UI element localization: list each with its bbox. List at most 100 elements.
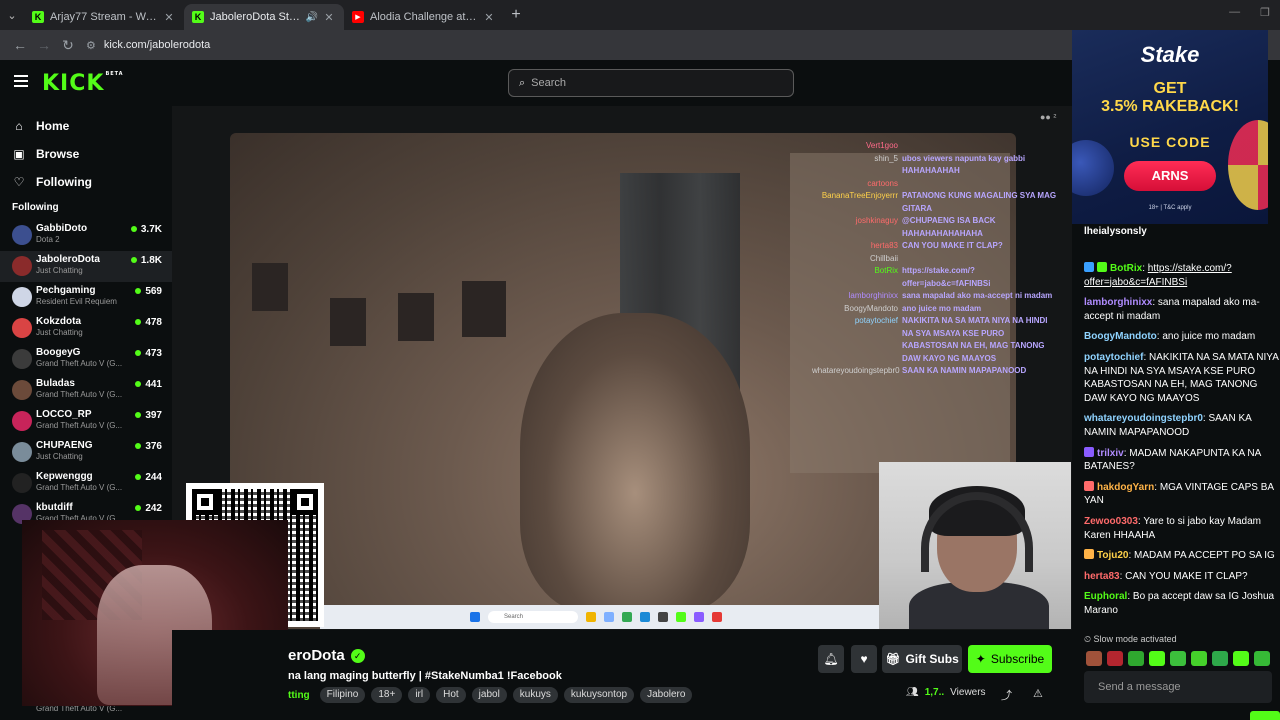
channel-category: Just Chatting [36,266,83,275]
category-link[interactable]: tting [288,690,310,701]
overlay-chat-row: joshkinaguy @CHUPAENG ISA BACK HAHAHAHAHA… [812,215,1072,240]
channel-category: Grand Theft Auto V (G... [36,483,123,492]
reload-icon[interactable]: ↻ [56,37,80,54]
tab-close-icon[interactable]: ✕ [322,11,336,24]
emote-icon[interactable] [1128,651,1144,666]
chat-message: trilxiv: MADAM NAKAPUNTA KA NA BATANES? [1084,446,1280,474]
chat-top-username: lheialysonsly [1084,226,1147,237]
channel-item[interactable]: JaboleroDota Just Chatting 1.8K [0,251,172,282]
chat-username[interactable]: herta83 [1084,571,1120,582]
channel-item[interactable]: BoogeyG Grand Theft Auto V (G... 473 [0,344,172,375]
gift-subs-button[interactable]: 🎁︎ Gift Subs [882,645,962,673]
speaker-icon[interactable]: 🔊 [306,12,318,23]
chat-username[interactable]: BoogyMandoto [1084,331,1157,342]
chat-message-input[interactable]: Send a message [1084,671,1272,703]
emote-icon[interactable] [1107,651,1123,666]
chat-message: BoogyMandoto: ano juice mo madam [1084,330,1280,344]
tab-close-icon[interactable]: ✕ [162,11,176,24]
chat-message-list: BotRix: https://stake.com/?offer=jabo&c=… [1084,262,1280,624]
chrome-icon [622,612,632,622]
tag[interactable]: Filipino [319,687,366,703]
tag[interactable]: Hot [436,687,466,703]
emote-icon[interactable] [1212,651,1228,666]
share-icon[interactable]: ⤴ [1001,687,1012,703]
follow-heart-button[interactable]: ♥ [851,645,877,673]
sidebar-nav-home[interactable]: ⌂ Home [0,112,172,140]
channel-item[interactable]: Buladas Grand Theft Auto V (G... 441 [0,375,172,406]
slow-mode-notice: ⏲ Slow mode activated [1084,634,1177,645]
overlay-chat-message [902,253,1058,266]
emote-icon[interactable] [1233,651,1249,666]
chat-username[interactable]: potaytochief [1084,352,1143,363]
browser-tab-0[interactable]: K Arjay77 Stream - Watch Live on ✕ [24,4,184,30]
chat-username[interactable]: lamborghinixx [1084,297,1152,308]
emote-icon[interactable] [1086,651,1102,666]
chat-username[interactable]: trilxiv [1097,448,1124,459]
emote-icon[interactable] [1254,651,1270,666]
overlay-chat-message: SAAN KA NAMIN MAPAPANOOD [902,366,1027,375]
streamer-name[interactable]: eroDota ✓ [288,647,365,664]
site-info-icon[interactable]: ⚙ [86,39,96,52]
ad-headline: GET 3.5% RAKEBACK! [1072,80,1268,116]
minimize-icon[interactable]: — [1229,6,1240,19]
sidebar-nav-following[interactable]: ♡ Following [0,168,172,196]
subscribe-button[interactable]: ✦ Subscribe [968,645,1052,673]
tag[interactable]: kukuys [512,687,558,703]
back-icon[interactable]: ← [8,37,32,53]
chat-username[interactable]: BotRix [1110,263,1142,274]
chat-username[interactable]: Toju20 [1097,550,1128,561]
emote-icon[interactable] [1149,651,1165,666]
tag[interactable]: Jabolero [640,687,693,703]
new-tab-icon[interactable]: + [504,6,528,24]
overlay-chat-row: BotRix https://stake.com/?offer=jabo&c=fA… [812,265,1072,290]
search-input[interactable]: ⌕ Search [508,69,794,97]
chat-overlay-toggle-icon[interactable]: ●● ² [1040,112,1056,122]
chat-send-button[interactable] [1250,711,1280,720]
forward-icon[interactable]: → [32,37,56,53]
channel-category: Grand Theft Auto V (G... [36,421,123,430]
avatar [12,225,32,245]
channel-item[interactable]: Pechgaming Resident Evil Requiem 569 [0,282,172,313]
sidebar-nav-browse[interactable]: ▣ Browse [0,140,172,168]
channel-item[interactable]: LOCCO_RP Grand Theft Auto V (G... 397 [0,406,172,437]
channel-item[interactable]: Kepwenggg Grand Theft Auto V (G... 244 [0,468,172,499]
tab-search-dropdown-icon[interactable]: ⌄ [0,0,24,30]
url-text: kick.com/jabolerodota [103,39,211,51]
overlay-chat-user: whatareyoudoingstepbr0 [812,366,900,375]
channel-name: CHUPAENG [36,440,93,451]
overlay-chat-user: joshkinaguy [855,216,898,225]
tab-title: Arjay77 Stream - Watch Live on [50,11,158,23]
chat-username[interactable]: whatareyoudoingstepbr0 [1084,413,1203,424]
tag[interactable]: jabol [471,687,507,703]
tab-close-icon[interactable]: ✕ [482,11,496,24]
stake-ad-banner[interactable]: Stake GET 3.5% RAKEBACK! USE CODE ARNS 18… [1072,30,1268,224]
kick-logo[interactable]: KICKBETA [42,71,124,96]
tag[interactable]: irl [408,687,431,703]
chat-username[interactable]: Euphoral [1084,591,1127,602]
stream-tags: tting Filipino 18+ irl Hot jabol kukuys … [288,687,693,703]
notification-bell-button[interactable]: 🔔︎ [818,645,844,673]
overlay-chat-user: BananaTreeEnjoyerrr [821,191,898,200]
url-field[interactable]: ⚙ kick.com/jabolerodota [86,34,1056,56]
overlay-chat-user: herta83 [870,241,898,250]
channel-item[interactable]: Kokzdota Just Chatting 478 [0,313,172,344]
chat-username[interactable]: Zewoo0303 [1084,516,1138,527]
channel-item[interactable]: GabbiDoto Dota 2 3.7K [0,220,172,251]
chat-username[interactable]: hakdogYarn [1097,482,1154,493]
chat-message: Toju20: MADAM PA ACCEPT PO SA IG [1084,549,1280,563]
logo-badge: BETA [105,71,124,77]
emote-icon[interactable] [1170,651,1186,666]
channel-item[interactable]: CHUPAENG Just Chatting 376 [0,437,172,468]
browser-tab-1[interactable]: K JaboleroDota Stream - Watch 🔊 ✕ [184,4,344,30]
channel-name: BoogeyG [36,347,81,358]
tag[interactable]: kukuysontop [563,687,635,703]
kick-favicon-icon: K [192,11,204,23]
menu-icon[interactable] [14,75,28,87]
ad-code-button[interactable]: ARNS [1124,161,1216,191]
browser-tab-2[interactable]: ▶ Alodia Challenge at EGG Netop ✕ [344,4,504,30]
slow-mode-text: Slow mode activated [1093,634,1177,644]
tag[interactable]: 18+ [371,687,403,703]
maximize-icon[interactable]: ❐ [1260,6,1270,19]
report-icon[interactable]: ⚠ [1033,687,1043,700]
emote-icon[interactable] [1191,651,1207,666]
